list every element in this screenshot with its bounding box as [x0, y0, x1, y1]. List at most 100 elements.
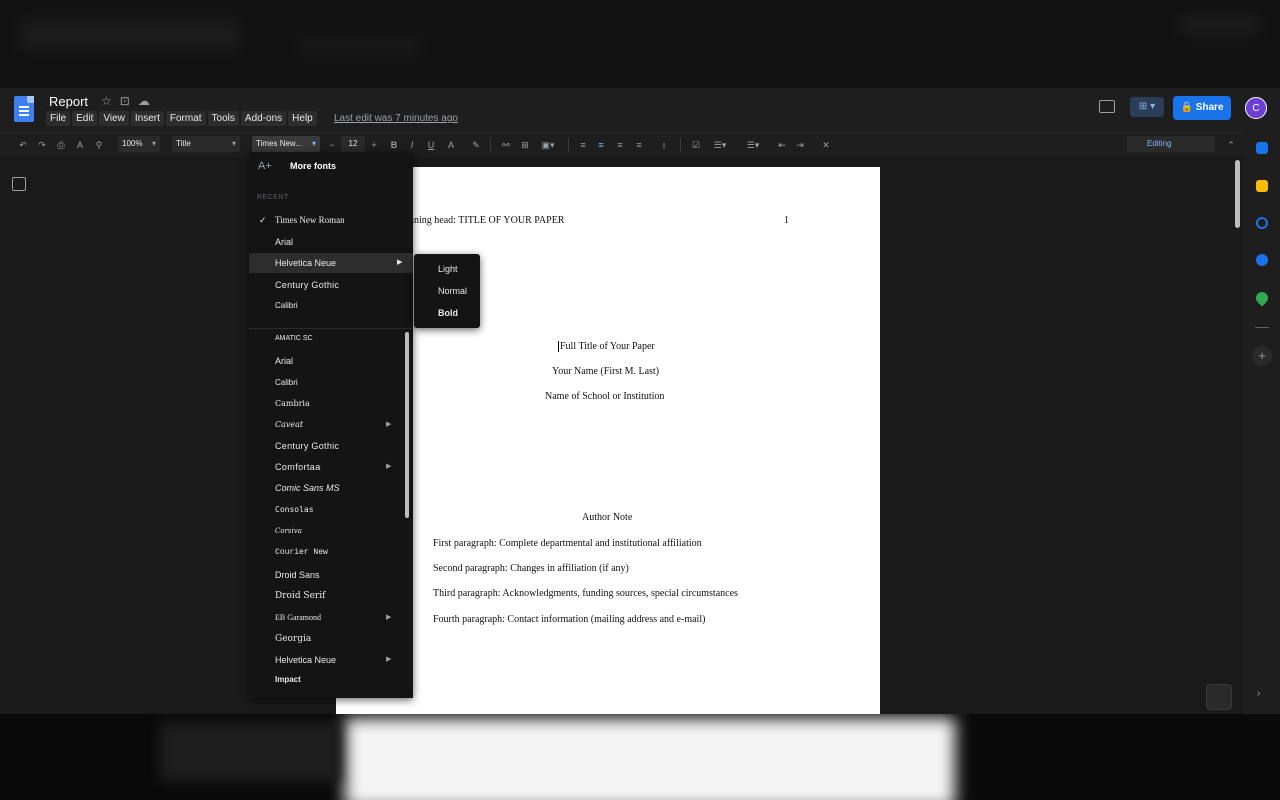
document-outline-icon[interactable] — [12, 177, 26, 191]
font-size-input[interactable]: 12 — [341, 136, 365, 152]
redo-icon[interactable]: ↷ — [35, 137, 49, 153]
add-font-icon: A+ — [258, 160, 272, 172]
menu-view[interactable]: View — [99, 111, 129, 126]
increase-font-size-icon[interactable]: + — [368, 137, 380, 153]
font-dropdown-menu: A+ More fonts RECENT ✓ Times New Roman A… — [249, 152, 413, 698]
docs-logo-icon[interactable] — [14, 96, 34, 122]
text-color-icon[interactable]: A — [444, 137, 458, 153]
bulleted-list-icon[interactable]: ☰▾ — [708, 137, 732, 153]
decrease-indent-icon[interactable]: ⇤ — [775, 137, 789, 153]
font-item-eb-garamond[interactable]: EB Garamond ▶ — [249, 608, 413, 628]
document-scrollbar[interactable] — [1235, 160, 1240, 228]
share-button[interactable]: 🔒 Share — [1173, 96, 1231, 120]
more-fonts-item[interactable]: More fonts — [290, 161, 336, 171]
line-spacing-icon[interactable]: ↕ — [657, 137, 671, 153]
menu-insert[interactable]: Insert — [130, 111, 164, 126]
weight-light[interactable]: Light — [438, 264, 458, 274]
document-canvas: nning head: TITLE OF YOUR PAPER 1 Full T… — [0, 157, 1243, 714]
print-icon[interactable]: ⎙ — [54, 137, 68, 153]
formatting-toolbar: ↶ ↷ ⎙ A ⚲ 100% ▾ Title ▾ Times New... ▾ − 1… — [0, 132, 1243, 157]
font-label: Georgia — [275, 634, 312, 644]
avatar[interactable]: C — [1245, 97, 1267, 119]
font-item-helvetica-neue[interactable]: Helvetica Neue ▶ — [249, 650, 413, 670]
style-select[interactable]: Title ▾ — [172, 136, 240, 152]
align-left-icon[interactable]: ≡ — [576, 137, 590, 153]
style-value: Title — [176, 139, 191, 148]
font-label: Helvetica Neue — [275, 655, 337, 665]
paint-format-icon[interactable]: ⚲ — [92, 137, 106, 153]
underline-icon[interactable]: U — [424, 137, 438, 153]
menu-file[interactable]: File — [46, 111, 71, 126]
align-right-icon[interactable]: ≡ — [613, 137, 627, 153]
star-icon[interactable]: ☆ — [101, 94, 112, 108]
keep-icon[interactable] — [1256, 180, 1268, 192]
highlight-icon[interactable]: ✎ — [469, 137, 483, 153]
menu-edit[interactable]: Edit — [72, 111, 98, 126]
font-item-century-gothic[interactable]: Century Gothic — [249, 275, 413, 295]
last-edit-link[interactable]: Last edit was 7 minutes ago — [334, 113, 458, 124]
undo-icon[interactable]: ↶ — [16, 137, 30, 153]
chevron-right-icon[interactable]: › — [1257, 688, 1260, 699]
checklist-icon[interactable]: ☑ — [689, 137, 703, 153]
numbered-list-icon[interactable]: ☰▾ — [741, 137, 765, 153]
increase-indent-icon[interactable]: ⇥ — [793, 137, 807, 153]
explore-button[interactable] — [1206, 684, 1232, 710]
calendar-icon[interactable] — [1256, 142, 1268, 154]
font-label: Century Gothic — [275, 441, 340, 451]
font-label: Corsiva — [275, 527, 302, 535]
decrease-font-size-icon[interactable]: − — [326, 137, 338, 153]
submenu-arrow-icon: ▶ — [386, 421, 392, 428]
present-button[interactable]: ⊞ ▾ — [1130, 97, 1164, 117]
font-item-caveat[interactable]: Caveat ▶ — [249, 415, 413, 435]
align-center-icon[interactable]: ≡ — [594, 137, 608, 153]
document-title[interactable]: Report — [46, 93, 91, 110]
tasks-icon[interactable] — [1256, 217, 1268, 229]
font-select[interactable]: Times New... ▾ — [252, 136, 320, 152]
author-name: Your Name (First M. Last) — [552, 366, 660, 377]
move-folder-icon[interactable]: ⊡ — [120, 94, 130, 108]
font-item-calibri[interactable]: Calibri — [249, 296, 413, 316]
font-item-corsiva[interactable]: Corsiva — [249, 521, 413, 541]
italic-icon[interactable]: I — [405, 137, 419, 153]
font-item-comic-sans-ms[interactable]: Comic Sans MS — [249, 478, 413, 498]
font-item-century-gothic[interactable]: Century Gothic — [249, 436, 413, 456]
add-comment-icon[interactable]: ⊞ — [518, 137, 532, 153]
font-item-amatic-sc[interactable]: AMATIC SC — [249, 329, 413, 349]
font-item-comfortaa[interactable]: Comfortaa ▶ — [249, 457, 413, 477]
font-item-arial[interactable]: Arial — [249, 232, 413, 252]
font-item-droid-serif[interactable]: Droid Serif — [249, 586, 413, 606]
font-item-helvetica-neue[interactable]: Helvetica Neue ▶ — [249, 253, 413, 273]
font-item-impact[interactable]: Impact — [249, 670, 413, 690]
bold-icon[interactable]: B — [387, 137, 401, 153]
spellcheck-icon[interactable]: A — [73, 137, 87, 153]
font-label: Arial — [275, 237, 294, 247]
font-item-consolas[interactable]: Consolas — [249, 500, 413, 520]
collapse-toolbar-icon[interactable]: ⌃ — [1224, 137, 1238, 153]
font-menu-scrollbar[interactable] — [405, 332, 409, 518]
cloud-status-icon[interactable]: ☁ — [138, 94, 150, 108]
font-item-droid-sans[interactable]: Droid Sans — [249, 565, 413, 585]
font-item-times-new-roman[interactable]: ✓ Times New Roman — [249, 210, 413, 230]
blurred-background-bottom — [0, 714, 1280, 800]
get-addons-icon[interactable]: + — [1252, 346, 1272, 366]
document-page[interactable]: nning head: TITLE OF YOUR PAPER 1 Full T… — [336, 167, 880, 714]
font-item-calibri[interactable]: Calibri — [249, 373, 413, 393]
clear-formatting-icon[interactable]: ✕ — [819, 137, 833, 153]
menu-addons[interactable]: Add-ons — [240, 111, 287, 126]
editing-mode-select[interactable]: Editing — [1127, 136, 1215, 152]
justify-icon[interactable]: ≡ — [632, 137, 646, 153]
comment-history-icon[interactable] — [1099, 100, 1115, 113]
menu-tools[interactable]: Tools — [207, 111, 239, 126]
insert-image-icon[interactable]: ▣▾ — [537, 137, 559, 153]
weight-bold[interactable]: Bold — [438, 308, 458, 318]
font-item-cambria[interactable]: Cambria — [249, 394, 413, 414]
menu-format[interactable]: Format — [165, 111, 206, 126]
weight-normal[interactable]: Normal — [438, 286, 467, 296]
zoom-select[interactable]: 100% ▾ — [118, 136, 160, 152]
font-item-georgia[interactable]: Georgia — [249, 629, 413, 649]
menu-help[interactable]: Help — [288, 111, 317, 126]
insert-link-icon[interactable]: ⚯ — [499, 137, 513, 153]
font-item-arial[interactable]: Arial — [249, 351, 413, 371]
font-item-courier-new[interactable]: Courier New — [249, 543, 413, 563]
contacts-icon[interactable] — [1256, 254, 1268, 266]
